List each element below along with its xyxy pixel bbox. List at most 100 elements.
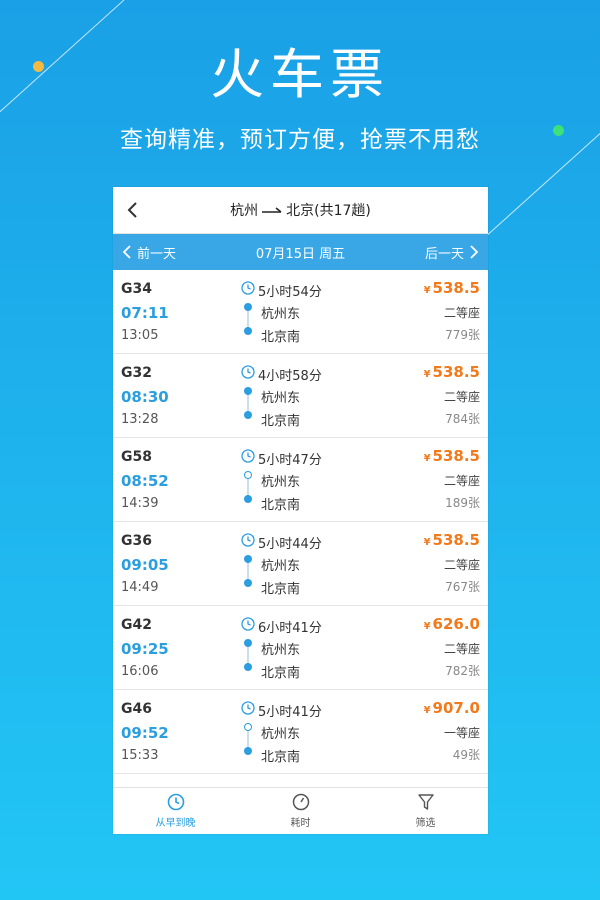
origin-station: 杭州东: [261, 643, 301, 658]
departure-time: 07:11: [121, 304, 169, 322]
hero-title: 火车票: [210, 43, 390, 106]
arrival-time: 14:39: [121, 496, 159, 511]
departure-time: 09:25: [121, 640, 169, 658]
seat-class: 二等座: [443, 306, 480, 320]
price-value: 538.5: [432, 531, 480, 549]
chevron-left-icon: [123, 245, 131, 259]
tab-bar: 从早到晚 耗时 筛选: [113, 787, 488, 834]
currency-symbol: ¥: [423, 537, 431, 548]
travel-duration: 5小时41分: [258, 705, 322, 720]
currency-symbol: ¥: [423, 285, 431, 296]
tab-filter[interactable]: 筛选: [363, 788, 488, 834]
ticket-price: ¥538.5: [424, 363, 480, 381]
destination-station: 北京南: [261, 330, 301, 345]
seat-class: 一等座: [443, 726, 480, 740]
current-date[interactable]: 07月15日 周五: [256, 243, 345, 262]
seat-class: 二等座: [443, 390, 480, 404]
destination-dot: [244, 411, 252, 419]
tab-label: 耗时: [290, 818, 311, 829]
clock-icon: [241, 281, 255, 295]
prev-day-label: 前一天: [137, 246, 177, 262]
tickets-left: 767张: [445, 580, 480, 594]
travel-duration: 5小时54分: [258, 285, 322, 300]
tickets-left: 784张: [445, 412, 480, 426]
origin-station: 杭州东: [261, 475, 301, 490]
tickets-left: 779张: [445, 328, 480, 342]
clock-icon: [241, 533, 255, 547]
app-screen: 杭州 北京(共17趟) 前一天 07月15日 周五 后一天 G34 07:11 13…: [113, 187, 488, 834]
train-row[interactable]: G42 09:25 16:06 6小时41分 杭州东 北京南 ¥626.0 二等座 782张: [113, 606, 488, 690]
destination-dot: [244, 663, 252, 671]
next-day-button[interactable]: 后一天: [425, 243, 478, 262]
tickets-left: 49张: [452, 748, 480, 762]
back-button[interactable]: [119, 195, 147, 225]
train-number: G32: [121, 365, 152, 381]
destination-station: 北京南: [261, 582, 301, 597]
route-arrow-icon: [262, 207, 282, 213]
tab-early-to-late[interactable]: 从早到晚: [113, 788, 238, 834]
date-bar: 前一天 07月15日 周五 后一天: [113, 234, 488, 270]
origin-station: 杭州东: [261, 307, 301, 322]
origin-station: 杭州东: [261, 727, 301, 742]
travel-duration: 4小时58分: [258, 369, 322, 384]
destination-station: 北京南: [261, 498, 301, 513]
train-row[interactable]: G46 09:52 15:33 5小时41分 杭州东北京南 ¥907.0 一等座 49张: [113, 690, 488, 774]
arrival-time: 13:28: [121, 412, 159, 427]
next-day-label: 后一天: [424, 246, 464, 262]
train-row[interactable]: G32 08:30 13:28 4小时58分 杭州东北京南 ¥538.5 二等座 784张: [113, 354, 488, 438]
ticket-price: ¥538.5: [424, 279, 480, 297]
arrival-time: 16:06: [121, 664, 159, 679]
price-value: 907.0: [432, 699, 480, 717]
clock-icon: [241, 449, 255, 463]
destination-station: 北京南: [261, 750, 301, 765]
timer-icon: [292, 793, 309, 811]
travel-duration: 5小时47分: [258, 453, 322, 468]
route-title: 杭州 北京(共17趟): [230, 200, 371, 220]
ticket-price: ¥907.0: [424, 699, 480, 717]
train-row[interactable]: G36 09:05 14:49 5小时44分 杭州东 北京南 ¥538.5 二等座 767张: [113, 522, 488, 606]
currency-symbol: ¥: [423, 369, 431, 380]
hero-subtitle: 查询精准，预订方便，抢票不用愁: [120, 127, 480, 153]
train-number: G42: [121, 617, 152, 633]
destination-station: 北京南: [261, 666, 301, 681]
departure-time: 08:30: [121, 388, 169, 406]
destination-dot: [244, 327, 252, 335]
route-from: 杭州: [230, 203, 259, 219]
arrival-time: 14:49: [121, 580, 159, 595]
price-value: 538.5: [432, 279, 480, 297]
nav-bar: 杭州 北京(共17趟): [113, 187, 488, 234]
tickets-left: 189张: [445, 496, 480, 510]
origin-station: 杭州东: [261, 391, 301, 406]
train-number: G34: [121, 281, 152, 297]
currency-symbol: ¥: [423, 621, 431, 632]
destination-station: 北京南: [261, 414, 301, 429]
ticket-price: ¥538.5: [424, 447, 480, 465]
prev-day-button[interactable]: 前一天: [123, 243, 176, 262]
origin-dot: [244, 303, 252, 311]
train-number: G58: [121, 449, 152, 465]
train-number: G46: [121, 701, 152, 717]
filter-icon: [417, 794, 434, 810]
arrival-time: 15:33: [121, 748, 159, 763]
train-row[interactable]: G34 07:11 13:05 5小时54分 杭州东北京南 ¥538.5 二等座 779张: [113, 270, 488, 354]
travel-duration: 5小时44分: [258, 537, 322, 552]
tab-label: 筛选: [415, 818, 436, 829]
arrival-time: 13:05: [121, 328, 159, 343]
ticket-price: ¥626.0: [424, 615, 480, 633]
origin-dot: [244, 723, 252, 731]
origin-dot: [244, 471, 252, 479]
route-to: 北京(共17趟): [286, 203, 371, 219]
clock-icon: [241, 701, 255, 715]
departure-time: 09:52: [121, 724, 169, 742]
back-arrow-icon: [127, 202, 137, 218]
train-list: G34 07:11 13:05 5小时54分 杭州东 北京南 ¥538.5 二等座 779张 G3…: [113, 270, 488, 774]
destination-dot: [244, 579, 252, 587]
train-row[interactable]: G58 08:52 14:39 5小时47分 杭州东 北京南 ¥538.5 二等座 189张: [113, 438, 488, 522]
seat-class: 二等座: [443, 642, 480, 656]
seat-class: 二等座: [443, 474, 480, 488]
tab-duration[interactable]: 耗时: [238, 788, 363, 834]
tab-label: 从早到晚: [155, 818, 196, 829]
ticket-price: ¥538.5: [424, 531, 480, 549]
origin-dot: [244, 639, 252, 647]
departure-time: 09:05: [121, 556, 169, 574]
